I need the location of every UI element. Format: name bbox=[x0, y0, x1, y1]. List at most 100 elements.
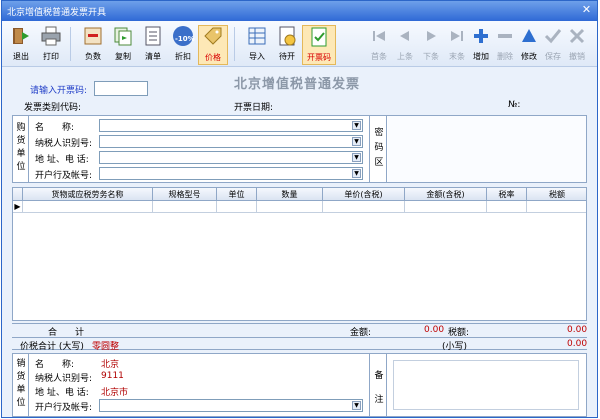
invoice-header: 北京增值税普通发票 请输入开票码: 发票类别代码: 开票日期: №: bbox=[2, 67, 597, 115]
list-button[interactable]: 清单 bbox=[138, 25, 168, 65]
grid-cell[interactable] bbox=[487, 201, 527, 213]
total-row: 价税合计 (大写) 零圆整 (小写) 0.00 bbox=[12, 337, 588, 352]
grid-cell[interactable] bbox=[153, 201, 217, 213]
seller-bank-select[interactable]: ▼ bbox=[99, 399, 363, 412]
buyer-bank-label: 开户行及帐号: bbox=[35, 171, 93, 181]
buyer-name-label: 名 称: bbox=[35, 123, 75, 133]
buyer-address-label: 地 址、电 话: bbox=[35, 155, 89, 165]
column-header[interactable]: 单价(含税) bbox=[323, 188, 405, 201]
price-tag-icon bbox=[204, 27, 222, 45]
next-icon bbox=[427, 31, 436, 41]
seller-section-label: 销货单位 bbox=[16, 359, 26, 408]
column-header[interactable]: 税率 bbox=[487, 188, 527, 201]
issue-date-label: 开票日期: bbox=[234, 103, 274, 113]
chevron-down-icon[interactable]: ▼ bbox=[352, 137, 361, 146]
toolbar-separator bbox=[70, 27, 71, 61]
undo-button[interactable]: 撤销 bbox=[562, 25, 592, 65]
chevron-down-icon[interactable]: ▼ bbox=[352, 121, 361, 130]
import-button[interactable]: 导入 bbox=[242, 25, 272, 65]
column-header[interactable]: 税额 bbox=[527, 188, 587, 201]
seller-tax-id-value: 9111 bbox=[101, 371, 124, 381]
code-prompt-label: 请输入开票码: bbox=[30, 86, 88, 96]
grid-cell[interactable] bbox=[23, 201, 153, 213]
close-icon[interactable]: ✕ bbox=[579, 3, 594, 17]
grid-cell[interactable] bbox=[527, 201, 587, 213]
grid-cell[interactable] bbox=[323, 201, 405, 213]
pending-icon bbox=[279, 26, 296, 46]
buyer-bank-select[interactable]: ▼ bbox=[99, 167, 363, 180]
total-upper-value: 零圆整 bbox=[92, 342, 120, 352]
seller-address-value: 北京市 bbox=[101, 388, 129, 398]
remark-label: 备注 bbox=[374, 371, 384, 405]
discount-button[interactable]: -10% 折扣 bbox=[168, 25, 198, 65]
chevron-down-icon[interactable]: ▼ bbox=[352, 169, 361, 178]
buyer-section-label: 购货单位 bbox=[16, 123, 26, 172]
last-icon bbox=[451, 31, 463, 41]
amount-value: 0.00 bbox=[424, 325, 445, 335]
window-title: 北京增值税普通发票开具 bbox=[7, 8, 107, 18]
remark-textarea[interactable] bbox=[393, 360, 579, 410]
tax-value: 0.00 bbox=[567, 325, 588, 335]
seller-address-label: 地 址、电 话: bbox=[35, 388, 89, 398]
grid-cell[interactable] bbox=[217, 201, 257, 213]
remark-label-column: 备注 bbox=[369, 354, 387, 416]
totals-area: 合 计 金额: 0.00 税额: 0.00 价税合计 (大写) 零圆整 (小写)… bbox=[12, 323, 588, 352]
checkmark-icon bbox=[544, 29, 562, 44]
secret-label-column: 密码区 bbox=[369, 116, 387, 182]
invoice-code-button[interactable]: 开票码 bbox=[302, 25, 336, 65]
column-header[interactable]: 货物或应税劳务名称 bbox=[23, 188, 153, 201]
buyer-tax-id-label: 纳税人识别号: bbox=[35, 139, 93, 149]
seller-bank-label: 开户行及帐号: bbox=[35, 403, 93, 413]
total-lower-label: (小写) bbox=[442, 342, 468, 352]
total-lower-value: 0.00 bbox=[567, 339, 588, 349]
modify-icon bbox=[522, 29, 536, 42]
secret-area bbox=[388, 116, 586, 182]
printer-icon bbox=[41, 26, 61, 46]
buyer-label-column: 购货单位 bbox=[13, 116, 29, 182]
exit-button[interactable]: 退出 bbox=[6, 25, 36, 65]
buyer-panel: 购货单位 名 称: ▼ 纳税人识别号: ▼ 地 址、电 话: ▼ 开户行及帐号:… bbox=[12, 115, 587, 183]
list-icon bbox=[145, 26, 161, 46]
seller-tax-id-label: 纳税人识别号: bbox=[35, 374, 93, 384]
column-header[interactable]: 数量 bbox=[257, 188, 323, 201]
copy-button[interactable]: 复制 bbox=[108, 25, 138, 65]
table-row[interactable]: ▶ bbox=[13, 201, 586, 213]
negative-button[interactable]: 负数 bbox=[78, 25, 108, 65]
seller-name-value: 北京 bbox=[101, 360, 120, 370]
pending-button[interactable]: 待开 bbox=[272, 25, 302, 65]
grid-header: 货物或应税劳务名称 规格型号 单位 数量 单价(含税) 金额(含税) 税率 税额 bbox=[13, 188, 586, 201]
column-header[interactable]: 规格型号 bbox=[153, 188, 217, 201]
row-header-corner bbox=[13, 188, 23, 201]
secret-area-label: 密码区 bbox=[374, 128, 384, 168]
invoice-window: 北京增值税普通发票开具 ✕ 退出 打印 负数 复制 清单 -10% 折扣 价格 … bbox=[1, 0, 598, 418]
invoice-title: 北京增值税普通发票 bbox=[234, 77, 361, 92]
sum-row: 合 计 金额: 0.00 税额: 0.00 bbox=[12, 323, 588, 338]
import-icon bbox=[248, 27, 266, 45]
total-upper-label: 价税合计 (大写) bbox=[20, 342, 84, 352]
prev-icon bbox=[400, 31, 409, 41]
seller-panel: 销货单位 名 称: 北京 纳税人识别号: 9111 地 址、电 话: 北京市 开… bbox=[12, 353, 587, 417]
discount-badge: -10% bbox=[175, 35, 195, 43]
category-code-label: 发票类别代码: bbox=[24, 103, 82, 113]
seller-name-label: 名 称: bbox=[35, 360, 75, 370]
minus-icon bbox=[498, 34, 512, 38]
column-header[interactable]: 金额(含税) bbox=[405, 188, 487, 201]
buyer-address-select[interactable]: ▼ bbox=[99, 151, 363, 164]
grid-cell[interactable] bbox=[405, 201, 487, 213]
print-button[interactable]: 打印 bbox=[36, 25, 66, 65]
row-selector-icon: ▶ bbox=[13, 201, 23, 213]
chevron-down-icon[interactable]: ▼ bbox=[352, 153, 361, 162]
chevron-down-icon[interactable]: ▼ bbox=[352, 401, 361, 410]
column-header[interactable]: 单位 bbox=[217, 188, 257, 201]
price-button[interactable]: 价格 bbox=[198, 25, 228, 65]
copy-icon bbox=[114, 27, 132, 46]
cancel-x-icon bbox=[569, 28, 585, 44]
negative-invoice-icon bbox=[84, 27, 102, 45]
invoice-code-input[interactable] bbox=[94, 81, 148, 96]
exit-icon bbox=[13, 28, 29, 44]
buyer-name-select[interactable]: ▼ bbox=[99, 119, 363, 132]
invoice-code-icon bbox=[311, 27, 327, 47]
grid-cell[interactable] bbox=[257, 201, 323, 213]
items-grid: 货物或应税劳务名称 规格型号 单位 数量 单价(含税) 金额(含税) 税率 税额… bbox=[12, 187, 587, 321]
buyer-tax-id-select[interactable]: ▼ bbox=[99, 135, 363, 148]
